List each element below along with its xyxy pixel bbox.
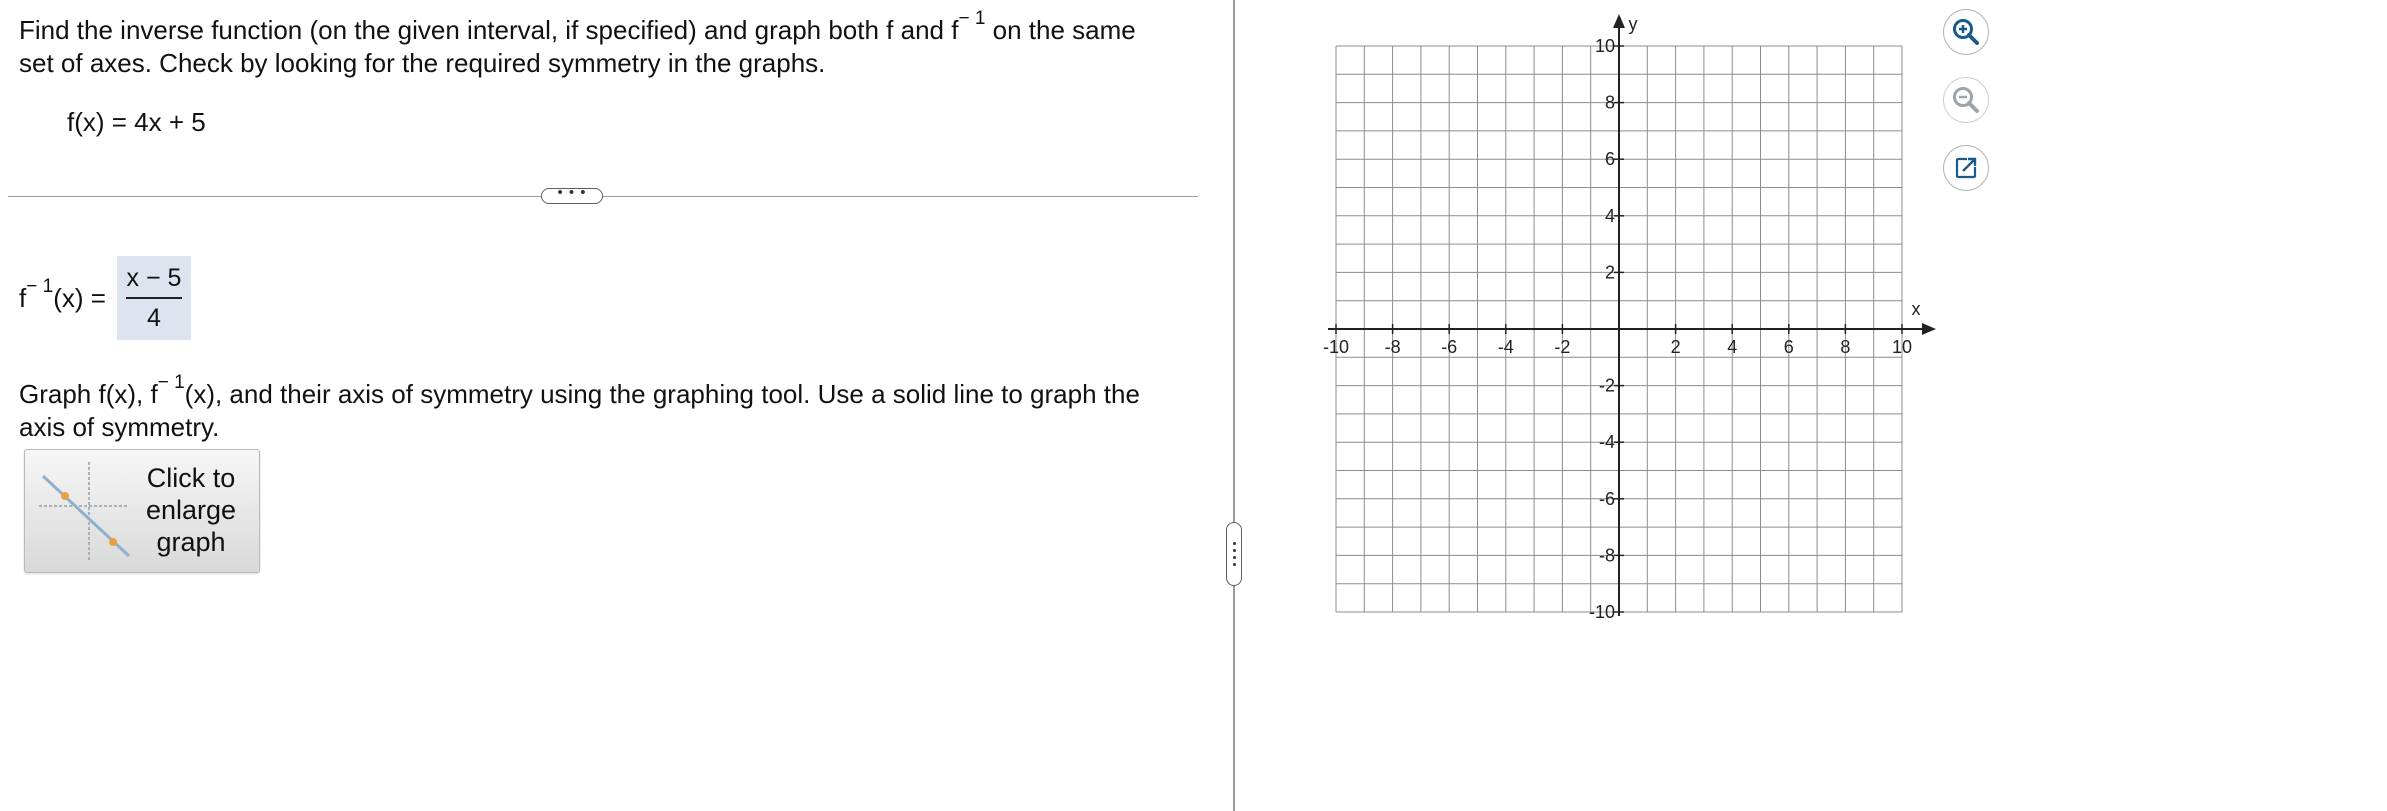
x-tick-label: -8 xyxy=(1385,337,1401,357)
zoom-in-icon xyxy=(1953,19,1979,45)
answer-x-equals: (x) = xyxy=(53,283,106,313)
enlarge-graph-button[interactable]: Click to enlarge graph xyxy=(24,449,260,573)
graphing-area[interactable]: x y -10 -8 -6 -4 -2 2 4 6 8 10 10 8 6 4 2 -2 -4 -6 -8 -10 xyxy=(1300,0,1960,640)
answer-exponent: − 1 xyxy=(26,276,54,298)
popout-button[interactable] xyxy=(1943,145,1989,191)
zoom-in-button[interactable] xyxy=(1943,9,1989,55)
more-dots: • • • xyxy=(557,184,587,201)
handle-dot xyxy=(1232,549,1236,552)
zoom-out-icon xyxy=(1953,87,1979,113)
answer-numerator: x − 5 xyxy=(126,264,182,293)
y-tick-label: -8 xyxy=(1599,545,1615,565)
y-tick-label: 2 xyxy=(1605,262,1615,282)
y-axis-arrow xyxy=(1613,14,1625,28)
x-tick-label: 10 xyxy=(1892,337,1912,357)
x-tick-label: 6 xyxy=(1784,337,1794,357)
answer-input[interactable]: x − 5 4 xyxy=(117,256,191,340)
function-definition: f(x) = 4x + 5 xyxy=(67,107,206,137)
y-tick-label: 10 xyxy=(1595,36,1615,56)
y-tick-label: 8 xyxy=(1605,93,1615,113)
y-tick-label: -6 xyxy=(1599,489,1615,509)
instruction-text-b: on the same xyxy=(985,15,1136,45)
y-tick-label: -10 xyxy=(1589,602,1615,622)
inverse-exponent: − 1 xyxy=(958,8,986,30)
instruction-text-a: Find the inverse function (on the given … xyxy=(19,15,959,45)
graph-thumbnail-icon xyxy=(39,462,131,560)
y-tick-label: -2 xyxy=(1599,376,1615,396)
x-tick-label: 4 xyxy=(1727,337,1737,357)
x-axis-label: x xyxy=(1912,299,1921,319)
graph-instruction-line-1: Graph f(x), f− 1(x), and their axis of s… xyxy=(19,373,1199,411)
x-tick-label: -10 xyxy=(1323,337,1349,357)
graph-instruction: Graph f(x), f− 1(x), and their axis of s… xyxy=(19,373,1199,444)
x-tick-label: -2 xyxy=(1554,337,1570,357)
question-instruction: Find the inverse function (on the given … xyxy=(19,9,1199,80)
graph-instruction-exponent: − 1 xyxy=(157,372,185,394)
y-axis-label: y xyxy=(1629,14,1638,34)
handle-dot xyxy=(1232,556,1236,559)
answer-denominator: 4 xyxy=(147,303,161,332)
pane-resize-handle[interactable] xyxy=(1226,522,1242,586)
instruction-line-1: Find the inverse function (on the given … xyxy=(19,9,1199,47)
x-tick-label: 2 xyxy=(1671,337,1681,357)
enlarge-graph-label: Click to enlarge graph xyxy=(145,463,237,557)
graph-instruction-a: Graph f(x), f xyxy=(19,379,158,409)
fraction-bar xyxy=(126,297,182,299)
x-tick-label: 8 xyxy=(1840,337,1850,357)
answer-lhs: f− 1(x) = xyxy=(19,277,106,315)
more-button[interactable]: • • • xyxy=(541,184,603,204)
x-tick-label: -6 xyxy=(1441,337,1457,357)
x-tick-label: -4 xyxy=(1498,337,1514,357)
x-axis-arrow xyxy=(1922,323,1936,335)
handle-dot xyxy=(1232,563,1236,566)
popout-icon xyxy=(1955,157,1977,179)
y-tick-label: -4 xyxy=(1599,432,1615,452)
instruction-line-2: set of axes. Check by looking for the re… xyxy=(19,48,826,78)
graph-instruction-line-2: axis of symmetry. xyxy=(19,412,220,442)
y-tick-label: 4 xyxy=(1605,206,1615,226)
handle-dot xyxy=(1232,542,1236,545)
pane-divider xyxy=(1233,0,1235,811)
zoom-out-button[interactable] xyxy=(1943,77,1989,123)
section-divider xyxy=(8,196,1198,197)
graph-instruction-b: (x), and their axis of symmetry using th… xyxy=(184,379,1140,409)
y-tick-label: 6 xyxy=(1605,149,1615,169)
